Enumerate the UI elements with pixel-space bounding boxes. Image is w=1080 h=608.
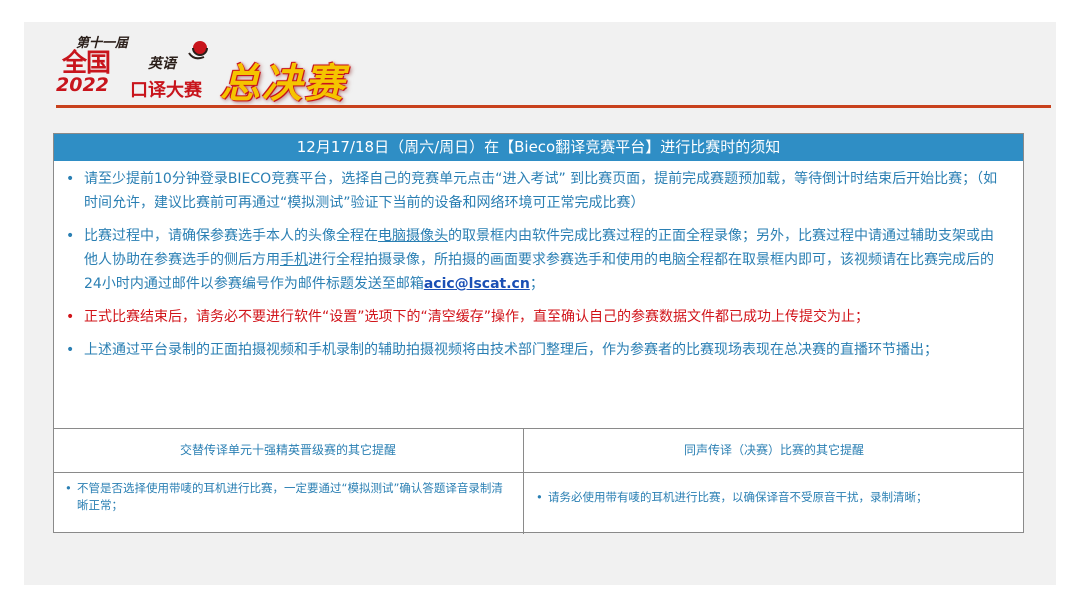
notice-list: 请至少提前10分钟登录BIECO竞赛平台，选择自己的竞赛单元点击“进入考试” 到…: [54, 167, 1023, 362]
email-link[interactable]: acic@lscat.cn: [424, 276, 530, 292]
notice-item: 比赛过程中，请确保参赛选手本人的头像全程在电脑摄像头的取景框内由软件完成比赛过程…: [66, 224, 1005, 296]
logo-contest: 口译大赛: [130, 80, 202, 101]
contest-logo: 第十一届 全国 2022 英语 口译大赛 总决赛: [56, 29, 386, 109]
notice-text: 电脑摄像头: [378, 228, 448, 244]
logo-english: 英语: [148, 56, 176, 72]
notice-title: 12月17/18日（周六/周日）在【Bieco翻译竞赛平台】进行比赛时的须知: [54, 134, 1023, 161]
reminders-item: 不管是否选择使用带唛的耳机进行比赛，一定要通过“模拟测试”确认答题译音录制清晰正…: [53, 473, 523, 514]
reminders-column-simultaneous: 同声传译（决赛）比赛的其它提醒 请务必使用带有唛的耳机进行比赛，以确保译音不受原…: [524, 429, 1024, 534]
logo-final-title: 总决赛: [220, 60, 346, 107]
notice-text: ；: [529, 276, 544, 292]
notice-item: 上述通过平台录制的正面拍摄视频和手机录制的辅助拍摄视频将由技术部门整理后，作为参…: [66, 338, 1005, 362]
logo-year: 2022: [56, 74, 109, 96]
notice-panel: 12月17/18日（周六/周日）在【Bieco翻译竞赛平台】进行比赛时的须知 请…: [53, 133, 1024, 534]
reminders-header: 交替传译单元十强精英晋级赛的其它提醒: [53, 429, 523, 473]
notice-text: 比赛过程中，请确保参赛选手本人的头像全程在: [84, 228, 378, 244]
reminders-header: 同声传译（决赛）比赛的其它提醒: [524, 429, 1024, 473]
notice-text: 手机: [280, 252, 308, 268]
notice-item: 请至少提前10分钟登录BIECO竞赛平台，选择自己的竞赛单元点击“进入考试” 到…: [66, 167, 1005, 215]
header-divider: [56, 105, 1051, 108]
notice-item-warning: 正式比赛结束后，请务必不要进行软件“设置”选项下的“清空缓存”操作，直至确认自己…: [66, 305, 1005, 329]
page-canvas: 第十一届 全国 2022 英语 口译大赛 总决赛 12月17/18日（周六/周日…: [24, 22, 1056, 585]
reminders-item: 请务必使用带有唛的耳机进行比赛，以确保译音不受原音干扰，录制清晰；: [524, 473, 1024, 506]
reminders-column-interpreting: 交替传译单元十强精英晋级赛的其它提醒 不管是否选择使用带唛的耳机进行比赛，一定要…: [53, 429, 524, 534]
microphone-icon: [188, 41, 208, 60]
reminders-table: 交替传译单元十强精英晋级赛的其它提醒 不管是否选择使用带唛的耳机进行比赛，一定要…: [53, 428, 1024, 534]
